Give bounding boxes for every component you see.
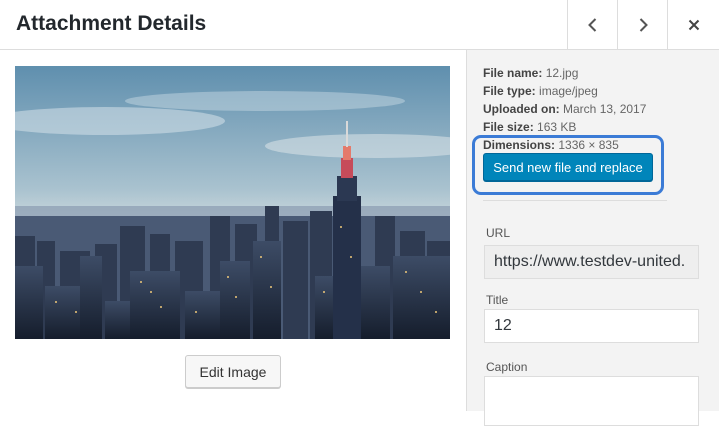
attachment-preview-pane: Edit Image xyxy=(0,50,466,411)
file-name-row: File name: 12.jpg xyxy=(483,64,713,82)
uploaded-on-label: Uploaded on: xyxy=(483,102,560,116)
chevron-right-icon xyxy=(639,17,648,32)
url-label: URL xyxy=(486,226,511,240)
modal-header: Attachment Details xyxy=(0,0,719,50)
file-size-value: 163 KB xyxy=(537,120,577,134)
attachment-details-sidebar: File name: 12.jpg File type: image/jpeg … xyxy=(466,50,719,426)
caption-label: Caption xyxy=(486,360,528,374)
next-button[interactable] xyxy=(617,0,667,49)
caption-field[interactable] xyxy=(484,376,699,426)
close-button[interactable] xyxy=(667,0,719,49)
previous-button[interactable] xyxy=(567,0,617,49)
send-new-file-replace-button[interactable]: Send new file and replace xyxy=(483,153,653,181)
file-size-label: File size: xyxy=(483,120,534,134)
edit-image-button[interactable]: Edit Image xyxy=(185,355,281,388)
file-type-row: File type: image/jpeg xyxy=(483,82,713,100)
uploaded-on-row: Uploaded on: March 13, 2017 xyxy=(483,100,713,118)
file-type-label: File type: xyxy=(483,84,536,98)
file-size-row: File size: 163 KB xyxy=(483,118,713,136)
chevron-left-icon xyxy=(587,17,596,32)
title-field[interactable] xyxy=(484,309,699,343)
file-name-value: 12.jpg xyxy=(545,66,579,80)
file-name-label: File name: xyxy=(483,66,543,80)
attachment-image xyxy=(15,66,450,339)
details-divider xyxy=(483,200,667,201)
title-label: Title xyxy=(486,293,509,307)
page-title: Attachment Details xyxy=(16,12,207,35)
file-type-value: image/jpeg xyxy=(539,84,598,98)
uploaded-on-value: March 13, 2017 xyxy=(563,102,647,116)
close-icon xyxy=(688,19,699,30)
url-field[interactable] xyxy=(484,245,699,279)
